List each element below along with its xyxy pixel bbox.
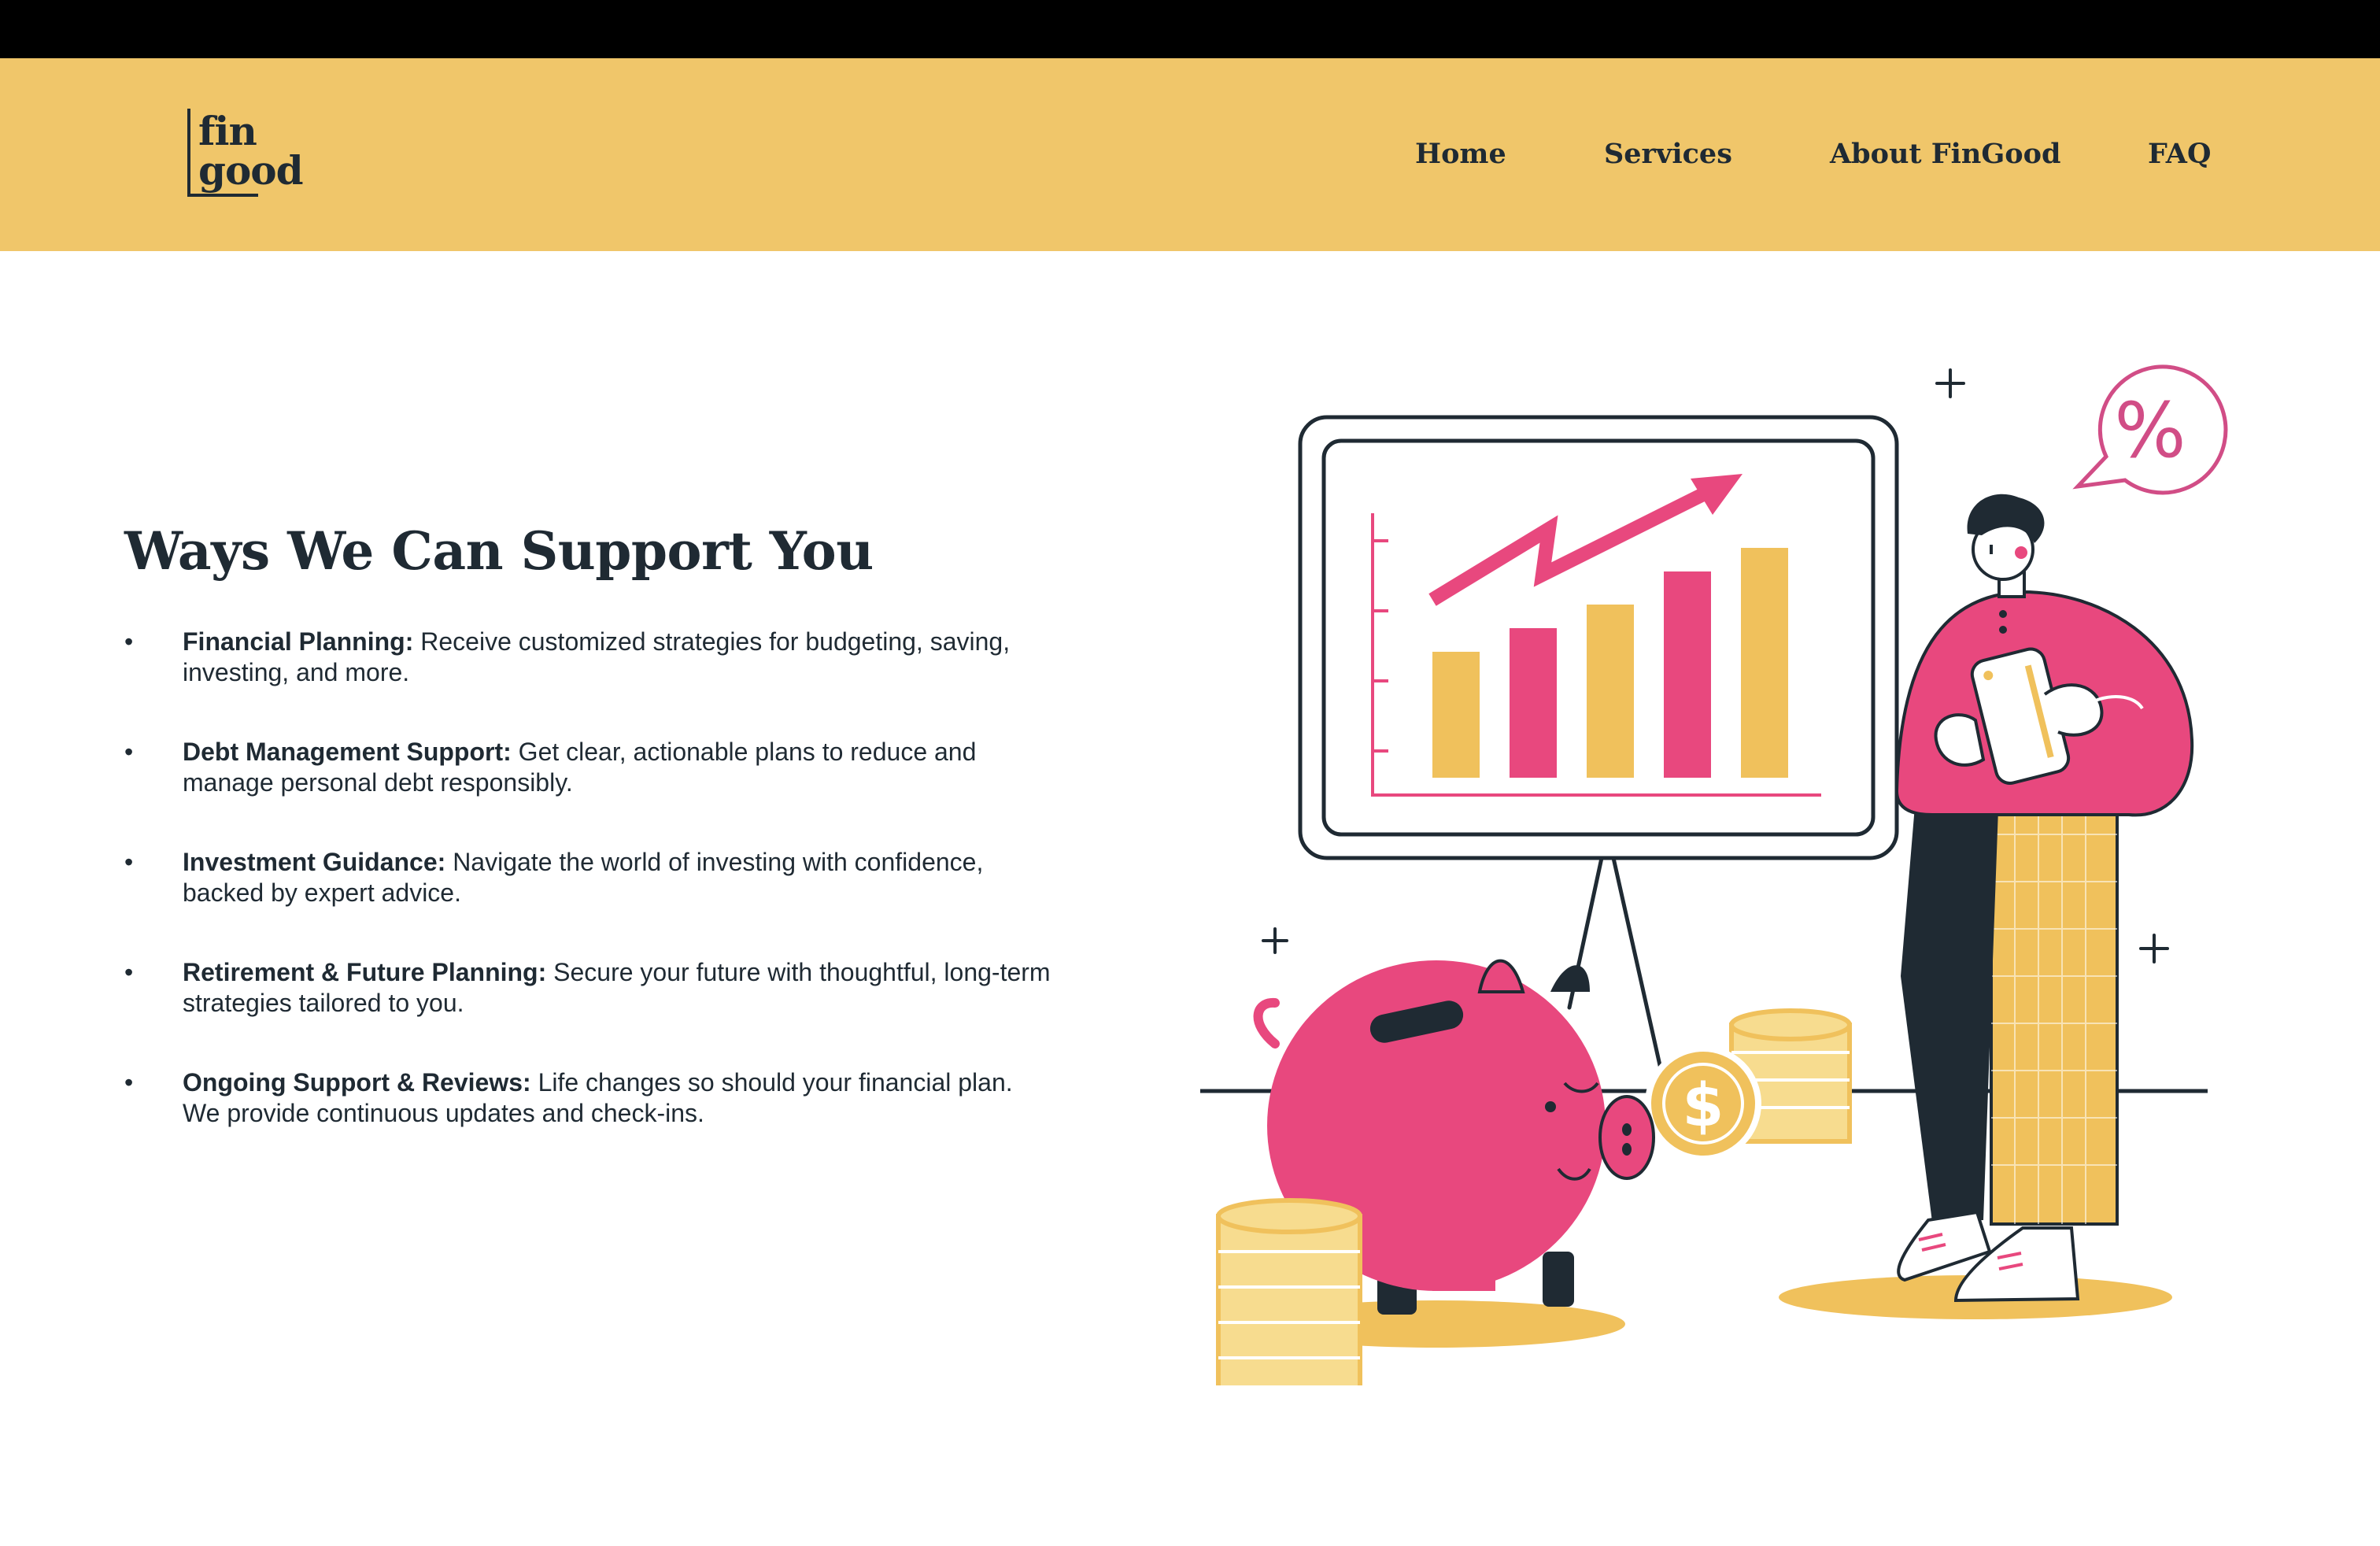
service-title: Investment Guidance: [183, 848, 446, 876]
financial-growth-illustration: % $ [1200, 364, 2228, 1385]
dollar-symbol: $ [1683, 1070, 1724, 1140]
service-item-debt-management: • Debt Management Support: Get clear, ac… [124, 737, 1053, 798]
coin-stack-front [1216, 1198, 1362, 1385]
nav-link-home[interactable]: Home [1415, 137, 1506, 172]
services-list: • Financial Planning: Receive customized… [124, 627, 1053, 1178]
logo-text-fin: fin [198, 108, 257, 154]
logo-text-good: good [198, 147, 304, 194]
bullet-dot: • [124, 958, 134, 986]
chart-bar-2 [1510, 628, 1557, 778]
service-item-ongoing-support: • Ongoing Support & Reviews: Life change… [124, 1067, 1053, 1129]
service-item-financial-planning: • Financial Planning: Receive customized… [124, 627, 1053, 688]
nav-link-services[interactable]: Services [1604, 137, 1732, 172]
service-title: Ongoing Support & Reviews: [183, 1068, 531, 1097]
service-title: Retirement & Future Planning: [183, 958, 547, 986]
top-black-bar [0, 0, 2380, 58]
bullet-dot: • [124, 1068, 134, 1097]
chart-bar-5 [1741, 548, 1788, 778]
site-header: fin good Home Services About FinGood FAQ [0, 58, 2380, 251]
logo-vertical-bar [187, 109, 190, 195]
percent-symbol: % [2114, 386, 2186, 475]
service-item-retirement-planning: • Retirement & Future Planning: Secure y… [124, 957, 1053, 1019]
chart-board [1298, 415, 1899, 860]
nav-link-faq[interactable]: FAQ [2148, 137, 2211, 172]
fingood-logo[interactable]: fin good [187, 109, 305, 200]
bullet-dot: • [124, 848, 134, 876]
percent-speech-bubble: % [2072, 364, 2228, 495]
bullet-dot: • [124, 738, 134, 766]
chart-bar-4 [1664, 571, 1711, 778]
section-heading: Ways We Can Support You [124, 520, 874, 582]
service-title: Financial Planning: [183, 627, 414, 656]
service-title: Debt Management Support: [183, 738, 512, 766]
bullet-dot: • [124, 627, 134, 656]
chart-bar-3 [1587, 605, 1634, 778]
service-item-investment-guidance: • Investment Guidance: Navigate the worl… [124, 847, 1053, 908]
dollar-coin: $ [1645, 1045, 1761, 1162]
chart-bar-1 [1432, 652, 1480, 778]
logo-underline [187, 194, 258, 197]
nav-link-about[interactable]: About FinGood [1830, 137, 2060, 172]
